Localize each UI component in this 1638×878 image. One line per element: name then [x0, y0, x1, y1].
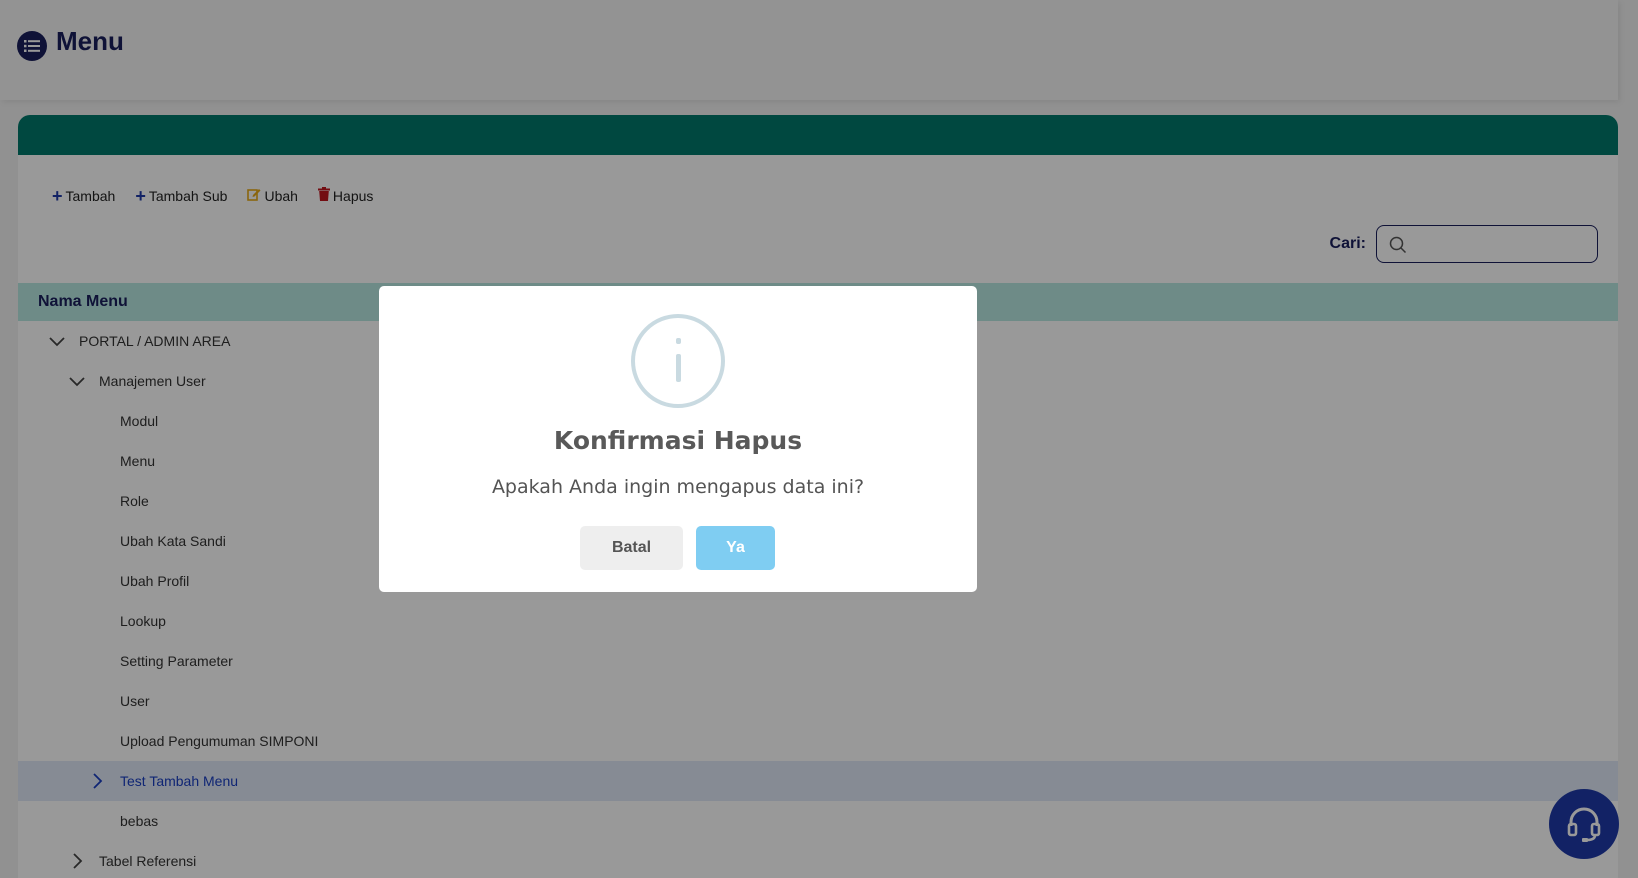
delete-confirm-dialog: Konfirmasi Hapus Apakah Anda ingin menga… [379, 286, 977, 592]
confirm-button[interactable]: Ya [696, 526, 775, 570]
dialog-message: Apakah Anda ingin mengapus data ini? [491, 476, 865, 498]
dialog-title: Konfirmasi Hapus [553, 426, 803, 455]
cancel-button[interactable]: Batal [580, 526, 683, 570]
info-icon [631, 314, 725, 408]
